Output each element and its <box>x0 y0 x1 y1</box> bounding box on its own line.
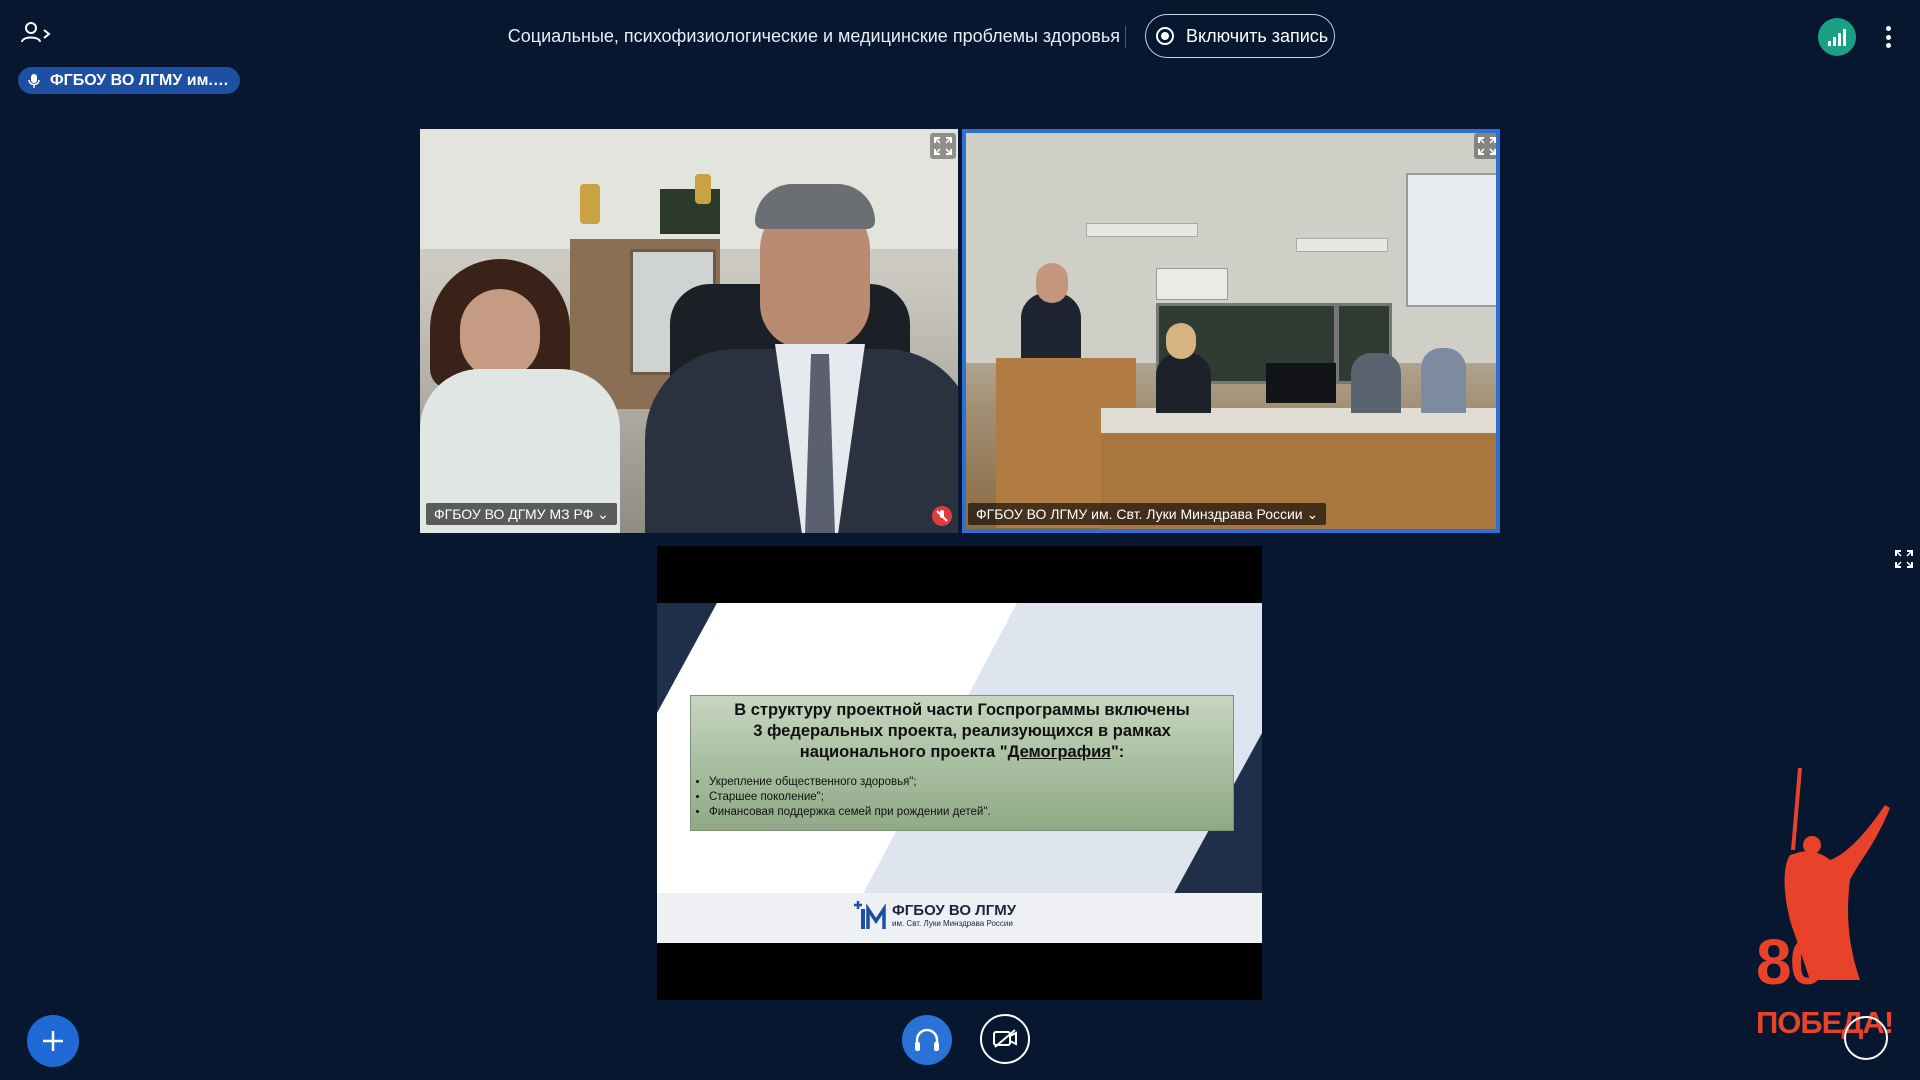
divider <box>1125 26 1126 48</box>
camera-off-icon <box>993 1029 1017 1048</box>
projection-screen <box>1406 173 1496 307</box>
logo-subtitle: им. Свт. Луки Минздрава России <box>892 919 1013 928</box>
plus-icon <box>43 1031 63 1051</box>
add-button[interactable] <box>27 1015 79 1067</box>
logo-title: ФГБОУ ВО ЛГМУ <box>892 902 1017 919</box>
connection-quality-button[interactable] <box>1818 18 1856 56</box>
expand-video-button[interactable] <box>1474 133 1496 159</box>
slide-headline-link: Демография <box>1007 743 1111 761</box>
video-tile-dgmu[interactable]: ФГБОУ ВО ДГМУ МЗ РФ ⌄ <box>420 129 958 533</box>
mic-muted-icon <box>932 506 952 526</box>
expand-icon <box>1895 550 1913 568</box>
air-conditioner <box>1156 268 1228 300</box>
slide-bullet: Укрепление общественного здоровья"; <box>709 775 1233 790</box>
slide-bullet-list: Укрепление общественного здоровья"; Стар… <box>691 775 1233 820</box>
chevron-down-icon: ⌄ <box>593 506 609 522</box>
microphone-icon <box>28 73 40 88</box>
active-speaker-chip[interactable]: ФГБОУ ВО ЛГМУ им. Свт. Луки Минздрава Ро… <box>18 67 240 94</box>
university-logo-icon <box>854 901 886 929</box>
users-icon <box>21 22 51 43</box>
more-options-button[interactable] <box>1880 22 1896 52</box>
camera-toggle-button[interactable] <box>980 1014 1030 1064</box>
audio-button[interactable] <box>902 1015 952 1065</box>
slide-headline-line-2: 3 федеральных проекта, реализующихся в р… <box>753 722 1171 740</box>
monitor <box>1266 363 1336 403</box>
expand-icon <box>934 137 952 155</box>
speaker-person <box>1021 293 1081 363</box>
slide-bullet: Финансовая поддержка семей при рождении … <box>709 805 1233 820</box>
ceiling-light <box>1086 223 1198 237</box>
signal-icon <box>1828 41 1831 46</box>
presentation-slide: В структуру проектной части Госпрограммы… <box>657 603 1262 943</box>
participant-name-tag[interactable]: ФГБОУ ВО ЛГМУ им. Свт. Луки Минздрава Ро… <box>968 503 1327 525</box>
help-button[interactable] <box>1844 1016 1888 1060</box>
expand-screen-share-button[interactable] <box>1893 548 1915 570</box>
kebab-menu-icon <box>1885 26 1891 31</box>
video-tile-lgmu[interactable]: ФГБОУ ВО ЛГМУ им. Свт. Луки Минздрава Ро… <box>962 129 1500 533</box>
participants-button[interactable] <box>20 20 60 50</box>
expand-icon <box>1478 137 1496 155</box>
headphones-icon <box>915 1028 939 1051</box>
chevron-down-icon: ⌄ <box>1302 506 1319 522</box>
slide-headline-line-1: В структуру проектной части Госпрограммы… <box>734 701 1190 719</box>
record-button[interactable]: Включить запись <box>1145 14 1335 58</box>
active-speaker-name: ФГБОУ ВО ЛГМУ им. Свт. Луки Минздрава Ро… <box>50 71 230 89</box>
record-icon <box>1156 27 1174 45</box>
participant-name-tag[interactable]: ФГБОУ ВО ДГМУ МЗ РФ ⌄ <box>426 503 617 525</box>
university-logo: ФГБОУ ВО ЛГМУ им. Свт. Луки Минздрава Ро… <box>852 901 1016 931</box>
victory-number: 80 <box>1756 926 1825 998</box>
record-label: Включить запись <box>1186 25 1329 46</box>
conference-title: Социальные, психофизиологические и медиц… <box>507 26 1120 46</box>
victory-80-badge: 80 ПОБЕДА! <box>1750 760 1900 1060</box>
expand-video-button[interactable] <box>930 133 956 159</box>
slide-bullet: Старшее поколение"; <box>709 790 1233 805</box>
trophy <box>580 184 600 224</box>
slide-text-box: В структуру проектной части Госпрограммы… <box>690 695 1234 831</box>
